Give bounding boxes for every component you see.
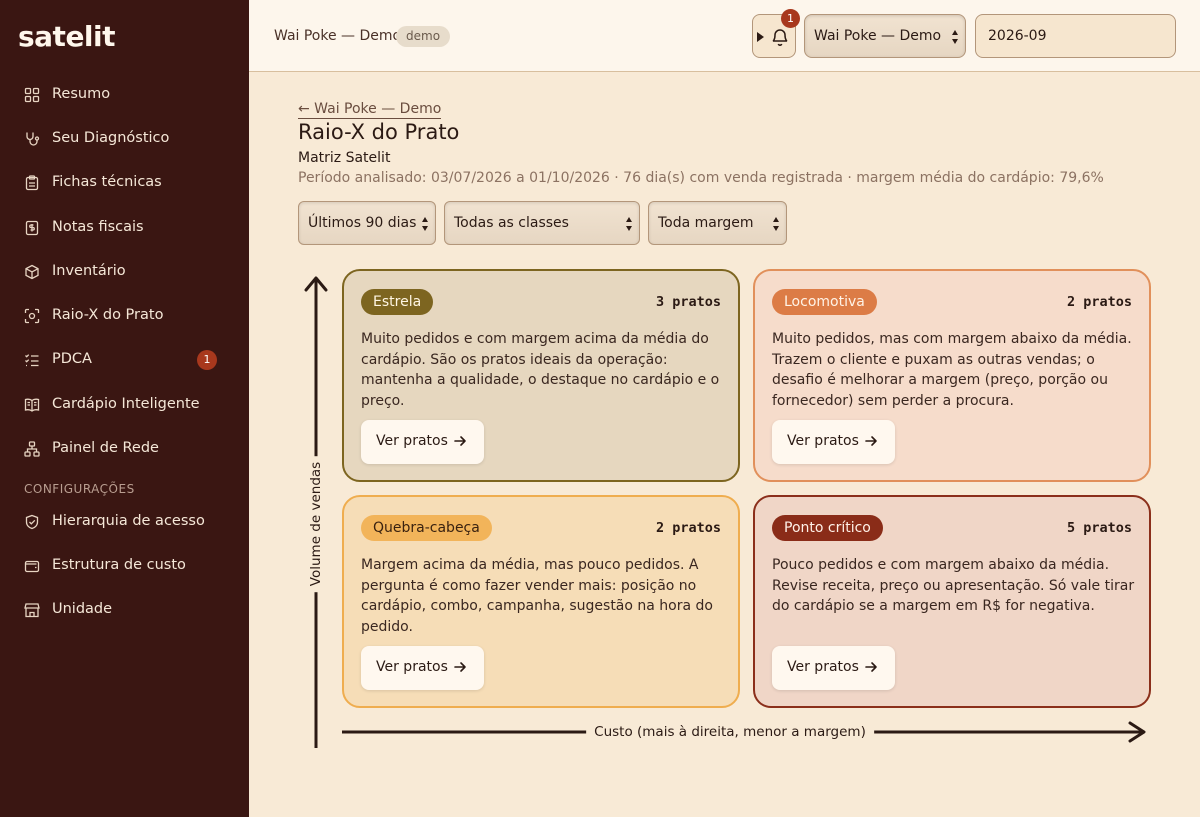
period-filter[interactable]: Últimos 90 dias — [298, 201, 436, 245]
select-arrows-icon — [952, 30, 959, 44]
margin-filter-value: Toda margem — [658, 215, 754, 231]
notification-badge: 1 — [781, 9, 800, 28]
sidebar-item-label: Seu Diagnóstico — [52, 130, 170, 146]
sidebar-item-resumo[interactable]: Resumo — [0, 78, 249, 112]
sidebar-item-label: Inventário — [52, 263, 126, 279]
quadrant-tag: Locomotiva — [772, 289, 877, 315]
sidebar-item-label: Estrutura de custo — [52, 557, 186, 573]
quadrant-description: Muito pedidos, mas com margem abaixo da … — [772, 331, 1132, 409]
quadrant-count: 3 pratos — [655, 294, 721, 310]
select-arrows-icon — [422, 217, 429, 231]
sidebar-item-label: Hierarquia de acesso — [52, 513, 205, 529]
book-icon — [24, 398, 40, 412]
quadrant-ponto-critico: Ponto crítico 5 pratos Pouco pedidos e c… — [753, 495, 1151, 708]
sidebar-item-label: Notas fiscais — [52, 219, 144, 235]
sidebar-item-cardapio[interactable]: Cardápio Inteligente — [0, 388, 249, 422]
select-arrows-icon — [626, 217, 633, 231]
quadrant-tag: Estrela — [361, 289, 434, 315]
quadrant-count: 5 pratos — [1066, 520, 1132, 536]
margin-filter[interactable]: Toda margem — [648, 201, 787, 245]
sidebar-item-raiox[interactable]: Raio-X do Prato — [0, 299, 249, 333]
ver-pratos-button[interactable]: Ver pratos — [772, 646, 895, 690]
x-axis-label: Custo (mais à direita, menor a margem) — [586, 724, 874, 740]
y-axis-label: Volume de vendas — [308, 455, 324, 593]
arrow-right-icon — [865, 436, 877, 446]
period-info: Período analisado: 03/07/2026 a 01/10/20… — [298, 170, 1104, 186]
select-arrows-icon — [773, 217, 780, 231]
sidebar-item-painel[interactable]: Painel de Rede — [0, 432, 249, 466]
play-icon — [757, 32, 764, 42]
sidebar-section-label: CONFIGURAÇÕES — [24, 482, 135, 496]
sidebar-item-label: Fichas técnicas — [52, 174, 162, 190]
quadrant-count: 2 pratos — [1066, 294, 1132, 310]
sidebar-item-notas[interactable]: Notas fiscais — [0, 211, 249, 245]
page-subtitle: Matriz Satelit — [298, 150, 391, 166]
sidebar-item-label: Cardápio Inteligente — [52, 396, 200, 412]
org-select-value: Wai Poke — Demo — [814, 28, 942, 44]
arrow-right-icon — [454, 436, 466, 446]
ver-pratos-button[interactable]: Ver pratos — [361, 646, 484, 690]
arrow-right-icon — [865, 662, 877, 672]
store-icon — [24, 603, 40, 618]
sidebar-item-hierarquia[interactable]: Hierarquia de acesso — [0, 505, 249, 539]
button-label: Ver pratos — [787, 433, 859, 449]
quadrant-count: 2 pratos — [655, 520, 721, 536]
wallet-icon — [24, 560, 40, 573]
sidebar-item-unidade[interactable]: Unidade — [0, 593, 249, 627]
month-input[interactable] — [975, 14, 1176, 58]
ver-pratos-button[interactable]: Ver pratos — [772, 420, 895, 464]
class-filter-value: Todas as classes — [454, 215, 569, 231]
bell-icon — [772, 29, 788, 46]
grid-icon — [24, 87, 40, 103]
logo: satelit — [18, 20, 116, 53]
org-select[interactable]: Wai Poke — Demo — [804, 14, 966, 58]
quadrant-tag: Ponto crítico — [772, 515, 883, 541]
class-filter[interactable]: Todas as classes — [444, 201, 640, 245]
sidebar: satelit Resumo Seu Diagnóstico Fichas té… — [0, 0, 249, 817]
back-link[interactable]: ← Wai Poke — Demo — [298, 101, 442, 119]
sidebar-item-label: Painel de Rede — [52, 440, 159, 456]
quadrant-description: Margem acima da média, mas pouco pedidos… — [361, 557, 713, 635]
quadrant-tag: Quebra-cabeça — [361, 515, 492, 541]
clipboard-icon — [25, 175, 39, 191]
sidebar-item-label: Resumo — [52, 86, 111, 102]
button-label: Ver pratos — [787, 659, 859, 675]
box-icon — [25, 264, 39, 280]
quadrant-estrela: Estrela 3 pratos Muito pedidos e com mar… — [342, 269, 740, 482]
quadrant-description: Pouco pedidos e com margem abaixo da méd… — [772, 557, 1135, 614]
network-icon — [24, 441, 40, 457]
org-name: Wai Poke — Demo — [274, 28, 402, 44]
demo-badge: demo — [396, 26, 451, 47]
receipt-icon — [25, 220, 39, 236]
sidebar-item-inventario[interactable]: Inventário — [0, 255, 249, 289]
quadrant-locomotiva: Locomotiva 2 pratos Muito pedidos, mas c… — [753, 269, 1151, 482]
quadrant-quebra-cabeca: Quebra-cabeça 2 pratos Margem acima da m… — [342, 495, 740, 708]
checklist-icon — [25, 354, 39, 367]
sidebar-item-fichas[interactable]: Fichas técnicas — [0, 166, 249, 200]
quadrant-description: Muito pedidos e com margem acima da médi… — [361, 331, 720, 409]
topbar: Wai Poke — Demo demo 1 Wai Poke — Demo — [249, 0, 1200, 72]
sidebar-item-pdca[interactable]: PDCA 1 — [0, 343, 249, 377]
sidebar-item-label: PDCA — [52, 351, 92, 367]
scan-icon — [24, 308, 40, 324]
sidebar-item-label: Unidade — [52, 601, 113, 617]
button-label: Ver pratos — [376, 433, 448, 449]
button-label: Ver pratos — [376, 659, 448, 675]
ver-pratos-button[interactable]: Ver pratos — [361, 420, 484, 464]
period-filter-value: Últimos 90 dias — [308, 215, 417, 231]
stethoscope-icon — [26, 132, 40, 146]
sidebar-item-label: Raio-X do Prato — [52, 307, 164, 323]
shield-icon — [25, 514, 39, 530]
sidebar-item-diagnostico[interactable]: Seu Diagnóstico — [0, 122, 249, 156]
sidebar-item-estrutura[interactable]: Estrutura de custo — [0, 549, 249, 583]
page-title: Raio-X do Prato — [298, 120, 460, 144]
arrow-right-icon — [454, 662, 466, 672]
pdca-badge: 1 — [197, 350, 217, 370]
